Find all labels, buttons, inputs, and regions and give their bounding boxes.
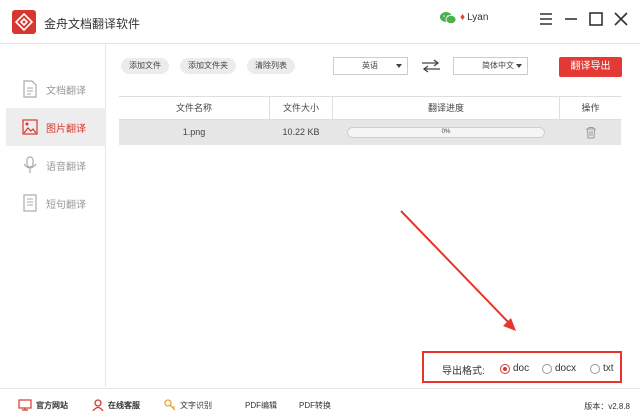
add-folder-button[interactable]: 添加文件夹 xyxy=(180,58,236,74)
column-header-actions: 操作 xyxy=(581,103,600,113)
microphone-icon xyxy=(23,156,37,173)
target-language-value: 简体中文 xyxy=(482,61,514,70)
column-header-name: 文件名称 xyxy=(175,103,212,113)
minimize-icon[interactable] xyxy=(562,10,580,28)
online-support-link[interactable]: 在线客服 xyxy=(92,397,140,413)
export-format-panel: 导出格式: doc docx txt xyxy=(422,351,622,383)
column-header-size: 文件大小 xyxy=(282,103,319,113)
image-icon xyxy=(22,119,38,135)
trash-icon[interactable] xyxy=(585,126,597,139)
format-radio-docx[interactable]: docx xyxy=(542,363,576,374)
file-name: 1.png xyxy=(182,127,206,137)
pdf-edit-link[interactable]: PDF编辑 xyxy=(245,397,277,413)
file-table: 文件名称 文件大小 翻译进度 操作 1.png 10.22 KB 0% xyxy=(119,96,621,145)
user-name: Lyan xyxy=(467,12,489,23)
menu-icon[interactable] xyxy=(537,10,555,28)
app-logo xyxy=(12,10,36,34)
user-icon xyxy=(92,399,104,411)
document-icon xyxy=(23,80,37,98)
pdf-convert-link[interactable]: PDF转换 xyxy=(299,397,331,413)
column-header-progress: 翻译进度 xyxy=(427,103,464,113)
format-radio-doc[interactable]: doc xyxy=(500,363,529,374)
radio-button xyxy=(590,363,600,374)
target-language-select[interactable]: 简体中文 xyxy=(453,57,528,75)
wechat-icon[interactable] xyxy=(440,11,456,25)
footer-item-label: 官方网站 xyxy=(36,400,68,410)
sidebar-item-label: 图片翻译 xyxy=(46,123,86,135)
chevron-down-icon xyxy=(396,64,402,68)
add-file-button[interactable]: 添加文件 xyxy=(121,58,169,74)
swap-languages-icon[interactable] xyxy=(420,58,442,74)
sidebar-item-sentence-translate[interactable]: 短句翻译 xyxy=(6,184,106,222)
format-radio-txt[interactable]: txt xyxy=(590,363,614,374)
maximize-icon[interactable] xyxy=(587,10,605,28)
file-size: 10.22 KB xyxy=(282,127,320,137)
progress-bar: 0% xyxy=(347,127,545,138)
sidebar-item-label: 文档翻译 xyxy=(46,85,86,97)
format-option-label: txt xyxy=(603,363,614,374)
app-title: 金舟文档翻译软件 xyxy=(44,17,141,31)
translate-export-button[interactable]: 翻译导出 xyxy=(559,57,622,77)
clear-list-button[interactable]: 清除列表 xyxy=(247,58,295,74)
sidebar-item-label: 短句翻译 xyxy=(46,199,86,211)
sidebar-item-image-translate[interactable]: 图片翻译 xyxy=(6,108,106,146)
progress-text: 0% xyxy=(441,129,451,135)
monitor-icon xyxy=(18,399,32,411)
key-icon xyxy=(164,399,176,411)
sidebar-item-document-translate[interactable]: 文档翻译 xyxy=(6,70,106,108)
radio-button xyxy=(500,363,510,374)
close-icon[interactable] xyxy=(612,10,630,28)
text-recognition-link[interactable]: 文字识别 xyxy=(164,397,212,413)
footer-bar: 官方网站 在线客服 文字识别 PDF编辑 PDF转换 版本：v2.8.8 xyxy=(0,388,640,420)
format-option-label: doc xyxy=(513,363,530,374)
source-language-select[interactable]: 英语 xyxy=(333,57,408,75)
format-option-label: docx xyxy=(555,363,577,374)
chevron-down-icon xyxy=(516,64,522,68)
radio-button xyxy=(542,363,552,374)
export-format-label: 导出格式: xyxy=(442,366,485,377)
footer-item-label: 文字识别 xyxy=(180,400,212,410)
vip-diamond-icon: ♦ xyxy=(460,12,466,23)
text-icon xyxy=(23,194,37,212)
table-row[interactable]: 1.png 10.22 KB 0% xyxy=(119,120,621,145)
version-label: 版本：v2.8.8 xyxy=(584,402,630,411)
source-language-value: 英语 xyxy=(362,61,378,70)
official-site-link[interactable]: 官方网站 xyxy=(18,397,68,413)
sidebar-item-label: 语音翻译 xyxy=(46,161,86,173)
footer-item-label: 在线客服 xyxy=(108,400,140,410)
sidebar: 文档翻译 图片翻译 语音翻译 短句翻译 xyxy=(6,44,106,387)
table-header: 文件名称 文件大小 翻译进度 操作 xyxy=(119,96,621,120)
sidebar-item-voice-translate[interactable]: 语音翻译 xyxy=(6,146,106,184)
title-bar: 金舟文档翻译软件 ♦ Lyan xyxy=(0,0,640,44)
user-account[interactable]: ♦ Lyan xyxy=(460,12,488,23)
